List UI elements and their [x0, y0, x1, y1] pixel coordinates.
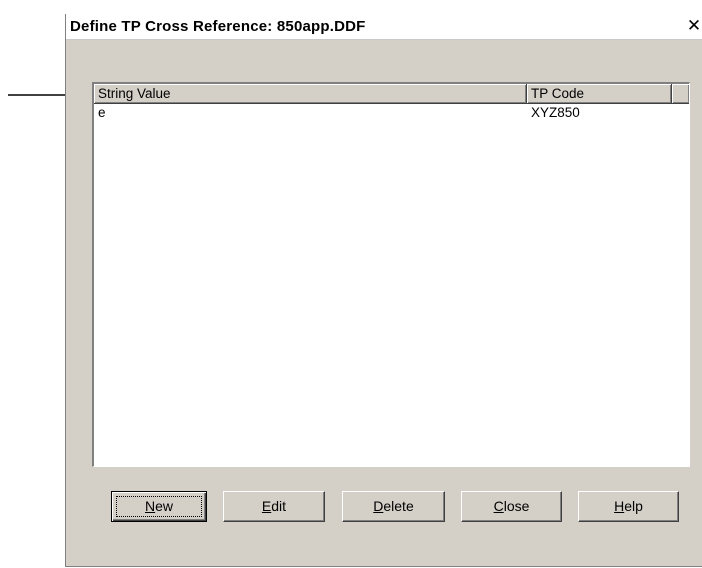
delete-button-mnemonic: D	[373, 498, 384, 514]
column-header-string-value[interactable]: String Value	[94, 84, 527, 104]
close-icon[interactable]: ✕	[686, 17, 702, 35]
new-button-mnemonic: N	[144, 498, 156, 514]
new-button[interactable]: New	[111, 491, 207, 522]
edit-button-label: dit	[271, 498, 287, 514]
delete-button[interactable]: Delete	[342, 491, 445, 522]
help-button-label: elp	[624, 498, 643, 514]
cross-reference-list[interactable]: String Value TP Code e XYZ850	[92, 82, 690, 467]
list-row[interactable]: e XYZ850	[94, 104, 689, 122]
list-header: String Value TP Code	[94, 84, 689, 104]
edit-button-mnemonic: E	[261, 498, 272, 514]
dialog-titlebar: Define TP Cross Reference: 850app.DDF ✕	[66, 14, 702, 40]
list-body: e XYZ850	[94, 104, 689, 122]
delete-button-label: elete	[383, 498, 414, 514]
cell-string-value: e	[98, 105, 106, 120]
cross-reference-dialog: Define TP Cross Reference: 850app.DDF ✕ …	[65, 14, 702, 567]
close-button-mnemonic: C	[493, 498, 504, 514]
close-button-label: lose	[503, 498, 530, 514]
dialog-title: Define TP Cross Reference: 850app.DDF	[70, 18, 366, 35]
column-header-filler	[672, 84, 689, 104]
column-header-tp-code[interactable]: TP Code	[527, 84, 672, 104]
page: Define TP Cross Reference: 850app.DDF ✕ …	[0, 0, 702, 568]
close-button[interactable]: Close	[461, 491, 562, 522]
new-button-label: ew	[155, 498, 174, 514]
help-button[interactable]: Help	[578, 491, 679, 522]
help-button-mnemonic: H	[614, 498, 625, 514]
cell-tp-code: XYZ850	[531, 105, 580, 120]
edit-button[interactable]: Edit	[223, 491, 325, 522]
